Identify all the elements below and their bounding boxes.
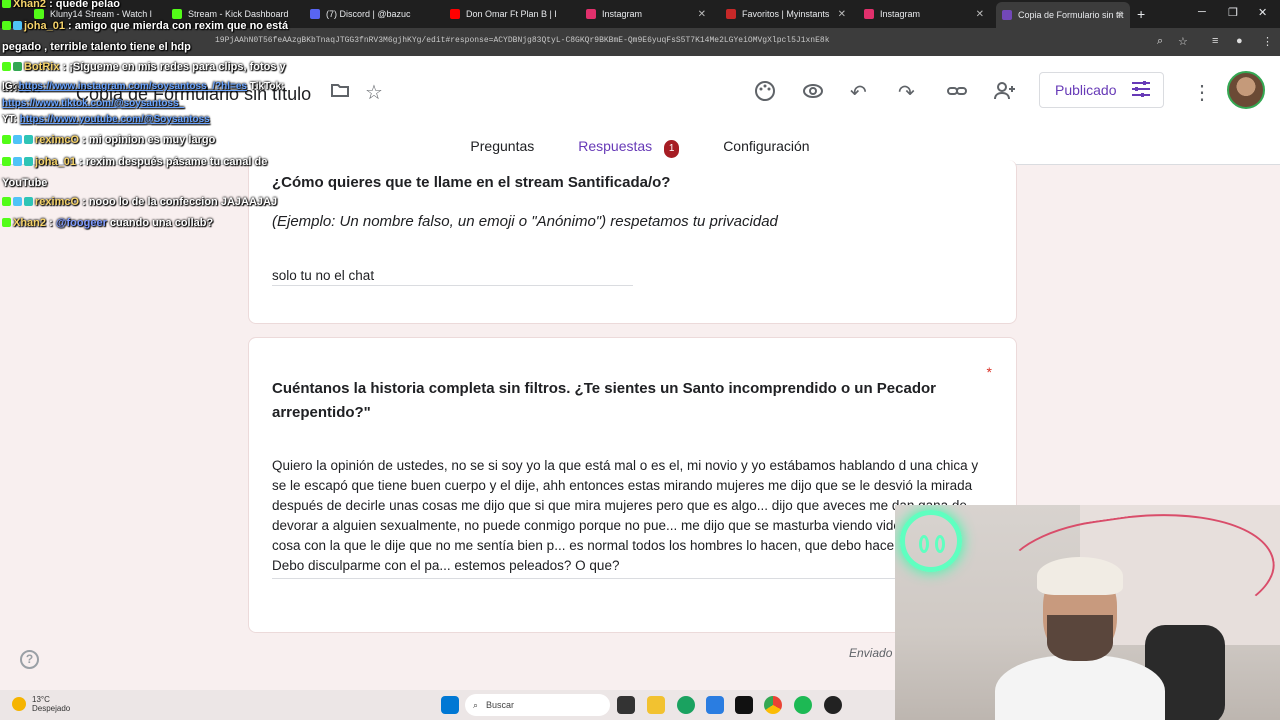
instagram-icon (586, 9, 596, 19)
question-title: ¿Cómo quieres que te llame en el stream … (272, 174, 671, 191)
kick-badge-icon (2, 21, 11, 30)
streamer-body (995, 655, 1165, 720)
kick-badge-icon (2, 157, 11, 166)
browser-tab[interactable]: Instagram ✕ (580, 4, 712, 24)
taskbar-search[interactable]: ⌕ Buscar (465, 694, 610, 716)
preview-eye-icon[interactable] (802, 80, 824, 108)
publish-button[interactable]: Publicado (1039, 72, 1164, 108)
moderator-badge-icon (13, 157, 22, 166)
forms-icon (1002, 10, 1012, 20)
chat-message: reximcO : mi opinion es muy largo (2, 130, 307, 151)
close-window-icon[interactable]: ✕ (1258, 6, 1267, 19)
neon-smiley-sign (900, 510, 962, 572)
more-options-icon[interactable]: ⋮ (1192, 80, 1212, 105)
question-title: Cuéntanos la historia completa sin filtr… (272, 380, 936, 421)
streamer-cap (1037, 557, 1123, 595)
short-answer: solo tu no el chat (272, 268, 633, 286)
chat-message: IG: https://www.instagram.com/soysantoss… (2, 81, 285, 109)
kick-badge-icon (2, 62, 11, 71)
chat-message: YT: https://www.youtube.com/@Soysantoss (2, 114, 210, 125)
profile-icon[interactable]: ● (1236, 35, 1243, 47)
verified-badge-icon (13, 62, 22, 71)
browser-tab-active[interactable]: Copia de Formulario sin tít ✕ (996, 2, 1130, 28)
moderator-badge-icon (13, 197, 22, 206)
add-collaborator-icon[interactable] (993, 80, 1017, 108)
myinstants-icon (726, 9, 736, 19)
chat-message: Xhan2 : quede pelao (2, 0, 307, 15)
kick-badge-icon (2, 197, 11, 206)
close-tab-icon[interactable]: ✕ (976, 9, 984, 20)
close-tab-icon[interactable]: ✕ (698, 9, 706, 20)
zoom-icon[interactable]: ⌕ (1157, 35, 1163, 48)
question-card: ¿Cómo quieres que te llame en el stream … (248, 160, 1017, 324)
store-icon[interactable] (706, 696, 724, 714)
chat-message: joha_01 : amigo que mierda con rexim que… (2, 20, 289, 53)
discord-icon (310, 9, 320, 19)
y-app-icon[interactable] (735, 696, 753, 714)
task-view-icon[interactable] (617, 696, 635, 714)
kick-badge-icon (2, 0, 11, 8)
sent-label: Enviado (849, 646, 893, 660)
moderator-badge-icon (13, 21, 22, 30)
help-icon[interactable]: ? (20, 650, 39, 669)
webcam-overlay (895, 505, 1280, 720)
edge-icon[interactable] (677, 696, 695, 714)
subscriber-badge-icon (24, 197, 33, 206)
required-mark: * (986, 364, 992, 380)
spotify-icon[interactable] (794, 696, 812, 714)
minimize-icon[interactable]: ─ (1198, 6, 1206, 18)
weather-sun-icon (12, 697, 26, 711)
chat-message: joha_01 : rexim después pásame tu canal … (2, 156, 268, 189)
weather-widget[interactable]: 13°C Despejado (12, 695, 70, 713)
extensions-icon[interactable]: ≡ (1212, 35, 1218, 47)
chat-message: Xhan2 : @foogeer cuando una collab? (2, 213, 307, 234)
responses-count-badge: 1 (664, 140, 680, 158)
streamer-beard (1047, 615, 1113, 661)
palette-icon[interactable] (754, 80, 776, 108)
avatar[interactable] (1227, 71, 1265, 109)
kick-badge-icon (2, 135, 11, 144)
chat-message: reximcO : nooo lo de la confeccion JAJAA… (2, 192, 307, 213)
youtube-icon (450, 9, 460, 19)
chrome-icon[interactable] (764, 696, 782, 714)
restore-icon[interactable]: ❐ (1228, 6, 1238, 19)
close-tab-icon[interactable]: ✕ (1116, 10, 1124, 21)
kick-badge-icon (2, 218, 11, 227)
undo-icon[interactable]: ↶ (850, 80, 867, 105)
subscriber-badge-icon (24, 157, 33, 166)
browser-tab[interactable]: (7) Discord | @bazuc (304, 4, 434, 24)
windows-start-icon[interactable] (441, 696, 459, 714)
obs-icon[interactable] (824, 696, 842, 714)
browser-menu-icon[interactable]: ⋮ (1262, 35, 1273, 48)
search-icon: ⌕ (473, 699, 479, 710)
new-tab-button[interactable]: + (1137, 6, 1145, 22)
star-icon[interactable]: ☆ (365, 80, 383, 105)
link-icon[interactable] (946, 80, 968, 108)
subscriber-badge-icon (24, 135, 33, 144)
browser-tab[interactable]: Favoritos | Myinstants ✕ (720, 4, 852, 24)
bookmark-star-icon[interactable]: ☆ (1178, 35, 1188, 48)
tune-icon (1131, 80, 1151, 101)
long-answer: Quiero la opinión de ustedes, no se si s… (272, 456, 992, 579)
url-text[interactable]: 19PjAAhN0T56feAAzgBKbTnaqJTGG3fnRV3M6gjh… (215, 36, 830, 45)
folder-icon[interactable] (330, 80, 350, 106)
file-explorer-icon[interactable] (647, 696, 665, 714)
question-description: (Ejemplo: Un nombre falso, un emoji o "A… (272, 213, 778, 230)
windows-taskbar: 13°C Despejado ⌕ Buscar (0, 690, 895, 720)
moderator-badge-icon (13, 135, 22, 144)
browser-tab[interactable]: Don Omar Ft Plan B | Hoo (444, 4, 556, 24)
instagram-icon (864, 9, 874, 19)
browser-tab[interactable]: Instagram ✕ (858, 4, 990, 24)
redo-icon[interactable]: ↷ (898, 80, 915, 105)
close-tab-icon[interactable]: ✕ (838, 9, 846, 20)
